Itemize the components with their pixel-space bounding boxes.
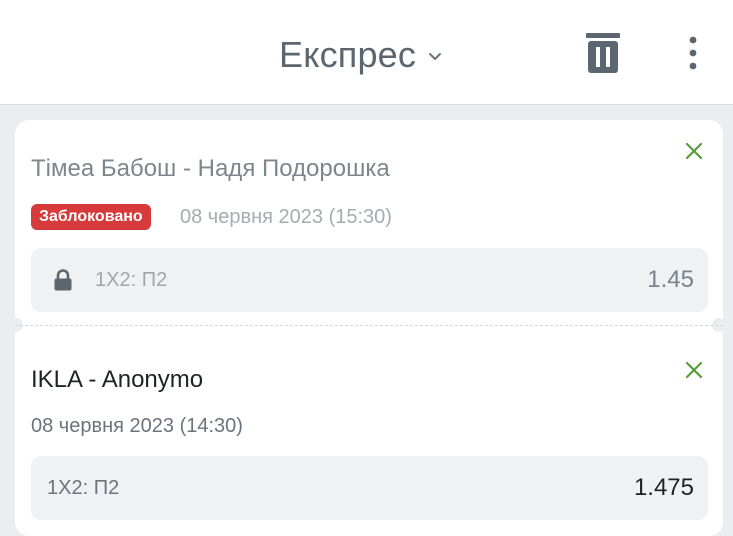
more-vertical-icon[interactable] [681, 35, 705, 71]
event-title: Тімеа Бабош - Надя Подорошка [31, 155, 390, 182]
event-title: IKLA - Anonymo [31, 366, 204, 393]
top-bar: Експрес [0, 0, 733, 105]
status-badge: Заблоковано [31, 204, 151, 230]
odds-row[interactable]: 1X2: П2 1.475 [31, 456, 708, 520]
close-icon[interactable] [683, 140, 705, 162]
odd-value: 1.45 [647, 266, 694, 293]
lock-icon [54, 269, 72, 291]
market-label: 1X2: П2 [47, 477, 120, 499]
odd-value: 1.475 [633, 474, 694, 501]
trash-icon[interactable] [585, 33, 621, 73]
close-icon[interactable] [683, 359, 705, 381]
bet-type-title: Експрес [279, 34, 417, 75]
odds-row[interactable]: 1X2: П2 1.45 [31, 248, 708, 312]
chevron-down-icon [429, 53, 442, 60]
event-date: 08 червня 2023 (15:30) [180, 206, 392, 228]
event-date: 08 червня 2023 (14:30) [31, 415, 243, 437]
market-label: 1X2: П2 [95, 269, 168, 291]
bet-divider [15, 325, 723, 326]
bet-type-selector[interactable]: Експрес [279, 30, 442, 80]
